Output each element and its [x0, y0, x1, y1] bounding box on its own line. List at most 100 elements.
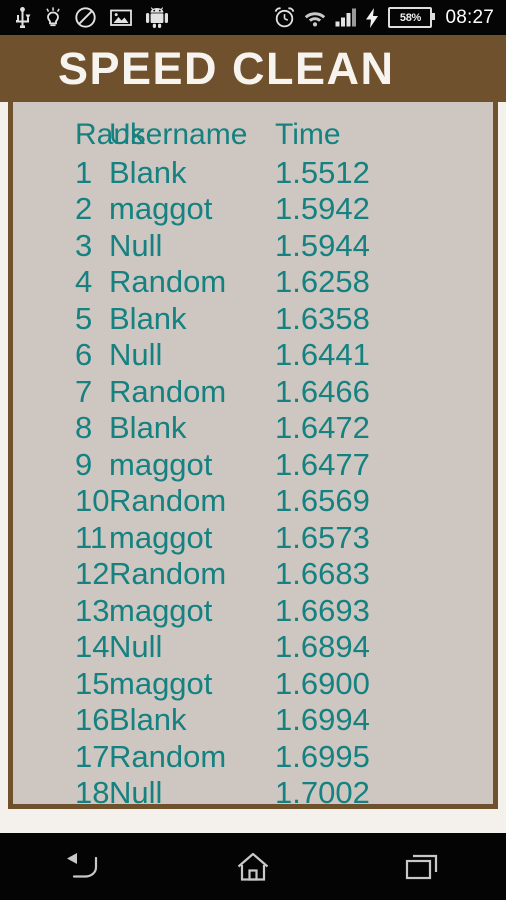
leaderboard-row: 1 Blank 1.5512 — [13, 155, 493, 192]
android-navigation-bar — [0, 833, 506, 900]
leaderboard-row: 8 Blank 1.6472 — [13, 410, 493, 447]
cell-time: 1.5512 — [275, 154, 370, 190]
cell-username: Blank — [109, 300, 187, 336]
cell-username: Random — [109, 483, 227, 518]
cell-username: maggot — [109, 665, 213, 701]
back-button[interactable] — [29, 833, 139, 900]
recent-apps-icon — [405, 853, 439, 881]
signal-bars-icon — [335, 8, 357, 27]
cell-username: Random — [109, 738, 227, 774]
leaderboard-row: 9 maggot 1.6477 — [13, 447, 493, 484]
cell-username: maggot — [109, 446, 213, 482]
cell-rank: 6 — [75, 337, 93, 372]
leaderboard-header-row: Rank Username Time — [13, 118, 493, 155]
cell-rank: 18 — [75, 775, 110, 809]
cell-time: 1.6994 — [275, 702, 370, 737]
leaderboard-row: 6 Null 1.6441 — [13, 337, 493, 374]
screenshot-image-icon — [110, 8, 132, 27]
column-header-rank: Rank — [75, 118, 146, 151]
cell-time: 1.6258 — [275, 264, 370, 299]
cell-time: 1.5944 — [275, 227, 370, 263]
cell-username: Blank — [109, 154, 187, 190]
column-header-username: Username — [109, 118, 248, 151]
cell-username: maggot — [109, 592, 213, 628]
cell-time: 1.6900 — [275, 665, 370, 701]
leaderboard-row: 15 maggot 1.6900 — [13, 666, 493, 703]
cell-time: 1.6995 — [275, 738, 370, 774]
usb-icon — [14, 7, 31, 28]
cell-time: 1.7002 — [275, 775, 370, 809]
cell-username: maggot — [109, 191, 213, 226]
cell-time: 1.6894 — [275, 629, 370, 664]
cell-username: Null — [109, 775, 163, 809]
leaderboard-row: 7 Random 1.6466 — [13, 374, 493, 411]
cell-username: Blank — [109, 410, 187, 445]
app-title-bar: SPEED CLEAN — [0, 35, 506, 102]
alarm-clock-icon — [274, 7, 295, 28]
wifi-icon — [304, 9, 326, 27]
leaderboard-row: 10 Random 1.6569 — [13, 483, 493, 520]
leaderboard-list[interactable]: Rank Username Time 1 Blank 1.5512 2 maggot 1.… — [13, 102, 493, 809]
cell-username: Null — [109, 227, 163, 263]
cell-rank: 13 — [75, 592, 110, 628]
cell-username: Random — [109, 556, 227, 591]
leaderboard-row: 4 Random 1.6258 — [13, 264, 493, 301]
do-not-disturb-icon — [75, 7, 96, 28]
leaderboard-row: 2 maggot 1.5942 — [13, 191, 493, 228]
leaderboard-row: 14 Null 1.6894 — [13, 629, 493, 666]
cell-username: Random — [109, 264, 227, 299]
cell-username: Blank — [109, 702, 187, 737]
back-arrow-icon — [66, 852, 102, 881]
cell-rank: 2 — [75, 191, 93, 226]
status-bar: 58% 08:27 — [0, 0, 506, 35]
cell-time: 1.6472 — [275, 410, 370, 445]
leaderboard-row: 5 Blank 1.6358 — [13, 301, 493, 338]
cell-rank: 11 — [75, 519, 108, 555]
cell-username: Random — [109, 373, 227, 409]
leaderboard-frame: Rank Username Time 1 Blank 1.5512 2 maggot 1.… — [8, 102, 498, 809]
cell-rank: 7 — [75, 373, 93, 409]
home-button[interactable] — [198, 833, 308, 900]
cell-rank: 17 — [75, 738, 110, 774]
android-screen: 58% 08:27 SPEED CLEAN Rank Username Time… — [0, 0, 506, 900]
home-icon — [237, 852, 269, 882]
cell-time: 1.6358 — [275, 300, 370, 336]
lightbulb-icon — [45, 7, 61, 28]
recents-button[interactable] — [367, 833, 477, 900]
app-title: SPEED CLEAN — [58, 43, 395, 94]
leaderboard-rows: 1 Blank 1.5512 2 maggot 1.5942 3 Null 1.5944 4 Ran… — [13, 155, 493, 809]
cell-rank: 4 — [75, 264, 93, 299]
leaderboard-row: 17 Random 1.6995 — [13, 739, 493, 776]
leaderboard-row: 16 Blank 1.6994 — [13, 702, 493, 739]
cell-username: Null — [109, 337, 163, 372]
leaderboard-row: 3 Null 1.5944 — [13, 228, 493, 265]
cell-rank: 15 — [75, 665, 110, 701]
cell-rank: 3 — [75, 227, 93, 263]
cell-rank: 8 — [75, 410, 93, 445]
battery-percent-label: 58% — [399, 11, 422, 24]
leaderboard-row: 18 Null 1.7002 — [13, 775, 493, 809]
cell-rank: 1 — [75, 154, 93, 190]
cell-time: 1.6683 — [275, 556, 370, 591]
leaderboard-row: 13 maggot 1.6693 — [13, 593, 493, 630]
cell-time: 1.5942 — [275, 191, 370, 226]
cell-rank: 16 — [75, 702, 110, 737]
cell-time: 1.6693 — [275, 592, 370, 628]
status-bar-left-icons — [14, 7, 168, 28]
cell-rank: 5 — [75, 300, 93, 336]
cell-username: maggot — [109, 519, 213, 555]
android-icon — [146, 7, 168, 28]
cell-rank: 14 — [75, 629, 110, 664]
leaderboard-row: 12 Random 1.6683 — [13, 556, 493, 593]
cell-time: 1.6477 — [275, 446, 370, 482]
cell-rank: 10 — [75, 483, 110, 518]
cell-time: 1.6441 — [275, 337, 370, 372]
cell-rank: 9 — [75, 446, 93, 482]
leaderboard-row: 11 maggot 1.6573 — [13, 520, 493, 557]
cell-time: 1.6573 — [275, 519, 370, 555]
battery-indicator: 58% — [388, 7, 436, 28]
cell-time: 1.6466 — [275, 373, 370, 409]
status-bar-right-icons: 58% 08:27 — [274, 7, 494, 29]
column-header-time: Time — [275, 118, 341, 151]
charging-bolt-icon — [366, 7, 379, 28]
